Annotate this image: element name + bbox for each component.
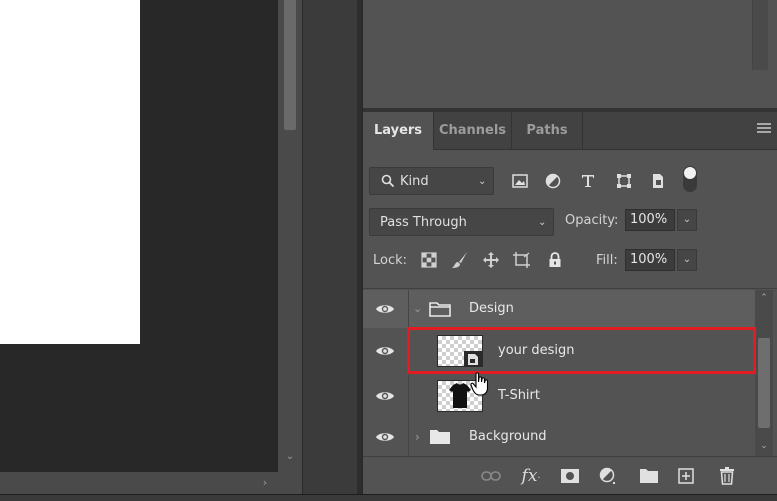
- layers-panel: Layers Channels Paths Kind ⌄ Pass Throug…: [363, 112, 777, 494]
- blend-mode-value: Pass Through: [380, 215, 467, 230]
- adjustment-filter-icon[interactable]: [541, 167, 565, 195]
- adjustment-layer-icon[interactable]: [596, 465, 620, 487]
- smart-object-badge-icon: [464, 351, 482, 367]
- hand-cursor-icon: [470, 372, 490, 396]
- scroll-down-arrow-icon[interactable]: ⌄: [758, 440, 770, 452]
- opacity-input[interactable]: 100%: [625, 209, 675, 231]
- layer-name-design: Design: [469, 301, 514, 316]
- fill-dropdown[interactable]: ⌄: [677, 249, 697, 271]
- lock-label: Lock:: [373, 253, 408, 268]
- status-strip: [0, 494, 777, 501]
- visibility-eye-icon[interactable]: [363, 374, 407, 418]
- new-group-icon[interactable]: [637, 465, 661, 487]
- layer-row-your-design[interactable]: your design: [363, 328, 755, 374]
- layer-name-background: Background: [469, 429, 547, 444]
- fx-icon[interactable]: fx ․: [519, 465, 543, 487]
- layer-row-background[interactable]: › Background: [363, 418, 755, 456]
- document-canvas-area[interactable]: [0, 0, 278, 472]
- panel-dock-divider[interactable]: [357, 0, 362, 494]
- tab-layers[interactable]: Layers: [363, 112, 433, 151]
- mask-icon[interactable]: [558, 465, 582, 487]
- shape-filter-icon[interactable]: [612, 167, 636, 195]
- layers-list-scrollbar[interactable]: ⌃ ⌄: [755, 290, 773, 456]
- panel-gutter: [302, 0, 362, 494]
- photoshop-workspace: ⌄ › Layers Channels Paths Kind ⌄ Pass Th…: [0, 0, 777, 501]
- canvas-vertical-scroll-thumb[interactable]: [284, 0, 296, 130]
- panel-menu-icon[interactable]: [757, 123, 771, 137]
- filter-kind-select[interactable]: Kind ⌄: [369, 167, 494, 195]
- visibility-eye-icon[interactable]: [363, 290, 407, 328]
- opacity-label: Opacity:: [565, 213, 619, 228]
- chevron-down-icon: ⌄: [478, 176, 487, 187]
- lock-artboard-icon[interactable]: [511, 248, 533, 272]
- layer-name-your-design: your design: [498, 343, 575, 358]
- document-canvas[interactable]: [0, 0, 140, 344]
- scroll-down-arrow-icon[interactable]: ⌄: [284, 450, 296, 464]
- filter-kind-label: Kind: [400, 174, 429, 189]
- layer-row-design[interactable]: ⌄ Design: [363, 290, 755, 328]
- filter-toggle-switch[interactable]: [683, 166, 697, 192]
- lock-transparent-pixels-icon[interactable]: [418, 248, 440, 272]
- visibility-eye-icon[interactable]: [363, 418, 407, 456]
- tab-channels[interactable]: Channels: [434, 112, 511, 150]
- expand-chevron-right-icon[interactable]: ›: [415, 418, 420, 456]
- fill-label: Fill:: [596, 253, 618, 268]
- lock-image-pixels-icon[interactable]: [449, 248, 471, 272]
- layer-row-t-shirt[interactable]: T-Shirt: [363, 374, 755, 418]
- scroll-right-arrow-icon[interactable]: ›: [258, 476, 272, 490]
- canvas-horizontal-scrollbar[interactable]: ›: [0, 472, 302, 494]
- type-filter-icon[interactable]: [576, 167, 600, 195]
- delete-icon[interactable]: [715, 465, 739, 487]
- tab-paths[interactable]: Paths: [512, 112, 582, 150]
- layers-list: ⌄ Design your design T-Shirt › Backgroun…: [363, 290, 755, 456]
- link-layers-icon[interactable]: [479, 465, 503, 487]
- lock-all-icon[interactable]: [544, 248, 566, 272]
- search-icon: [381, 174, 397, 190]
- layer-name-t-shirt: T-Shirt: [498, 388, 540, 403]
- fill-input[interactable]: 100%: [625, 249, 675, 271]
- expand-chevron-icon[interactable]: ⌄: [413, 290, 422, 328]
- opacity-dropdown[interactable]: ⌄: [677, 209, 697, 231]
- upper-panel: [363, 0, 777, 108]
- toggle-knob: [684, 167, 696, 179]
- folder-icon: [429, 429, 451, 445]
- image-filter-icon[interactable]: [508, 167, 532, 195]
- folder-open-icon: [429, 301, 451, 317]
- chevron-down-icon: ⌄: [538, 217, 547, 228]
- panel-tabs: Layers Channels Paths: [363, 112, 777, 151]
- smart-object-filter-icon[interactable]: [646, 167, 670, 195]
- scroll-up-arrow-icon[interactable]: ⌃: [758, 292, 770, 304]
- layers-bottom-toolbar: fx ․: [363, 456, 777, 494]
- new-layer-icon[interactable]: [674, 465, 698, 487]
- visibility-eye-icon[interactable]: [363, 328, 407, 374]
- layers-scroll-thumb[interactable]: [758, 338, 770, 428]
- lock-position-icon[interactable]: [480, 248, 502, 272]
- blend-mode-select[interactable]: Pass Through ⌄: [369, 208, 554, 236]
- canvas-vertical-scrollbar[interactable]: ⌄: [278, 0, 302, 472]
- upper-panel-scrollbar[interactable]: [752, 0, 768, 70]
